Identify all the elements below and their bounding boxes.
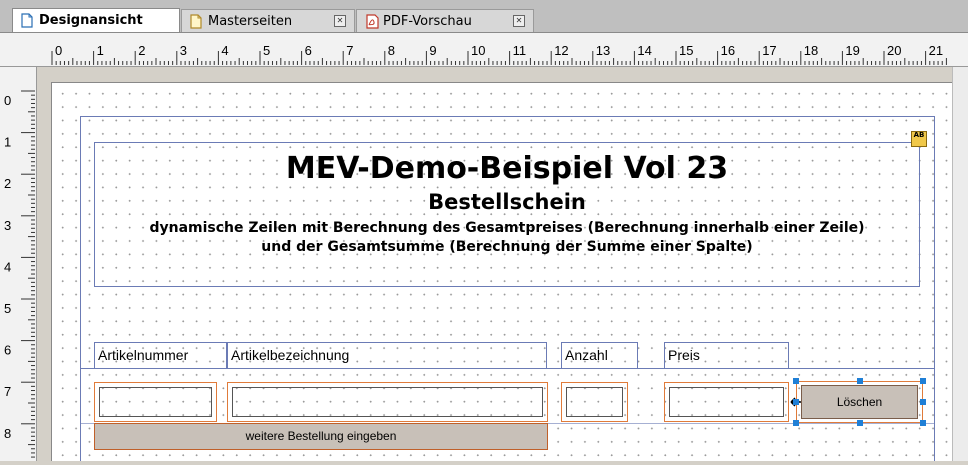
header-artikelbezeichnung[interactable]: Artikelbezeichnung	[227, 342, 547, 369]
delete-button[interactable]: Löschen	[801, 385, 918, 419]
ruler-label: 10	[471, 43, 485, 58]
description-line-1: dynamische Zeilen mit Berechnung des Ges…	[149, 220, 865, 236]
text-object-icon[interactable]: AB	[911, 131, 927, 147]
selection-handle[interactable]	[920, 420, 926, 426]
header-artikelnummer[interactable]: Artikelnummer	[94, 342, 227, 369]
close-icon[interactable]: ✕	[513, 15, 525, 27]
guide-line	[934, 116, 935, 461]
ruler-label: 16	[721, 43, 735, 58]
ruler-label: 9	[429, 43, 436, 58]
tab-pdf-vorschau[interactable]: PDF-Vorschau ✕	[356, 9, 534, 32]
ruler-label: 2	[4, 176, 11, 191]
tab-bar: Designansicht Masterseiten ✕ PDF-Vorscha…	[0, 0, 968, 33]
vertical-ruler: 0 1 2 3 4 5 6 7 8	[0, 67, 37, 461]
ruler-label: 8	[388, 43, 395, 58]
ruler-label: 14	[637, 43, 651, 58]
preis-field[interactable]	[664, 382, 789, 422]
ruler-label: 13	[596, 43, 610, 58]
page: MEV-Demo-Beispiel Vol 23 Bestellschein d…	[51, 82, 952, 461]
selection-handle[interactable]	[920, 378, 926, 384]
ruler-label: 7	[4, 384, 11, 399]
tab-masterseiten[interactable]: Masterseiten ✕	[181, 9, 355, 32]
tab-label: Masterseiten	[208, 13, 293, 29]
ruler-label: 1	[4, 135, 11, 150]
anzahl-field[interactable]	[561, 382, 628, 422]
ruler-label: 1	[97, 43, 104, 58]
tab-designansicht[interactable]: Designansicht	[12, 8, 180, 32]
artikelbezeichnung-field[interactable]	[227, 382, 548, 422]
header-box[interactable]: MEV-Demo-Beispiel Vol 23 Bestellschein d…	[94, 142, 920, 287]
page-subtitle: Bestellschein	[428, 190, 586, 214]
ruler-label: 12	[554, 43, 568, 58]
vertical-ruler-scale: 0 1 2 3 4 5 6 7 8	[4, 90, 35, 458]
ruler-label: 20	[887, 43, 901, 58]
ruler-label: 19	[845, 43, 859, 58]
horizontal-ruler: 0 1 2 3 4 5 6 7 8 9 10 11 12 13 14 15 16 17 18 19 20 21	[0, 33, 968, 67]
ruler-label: 6	[4, 343, 11, 358]
page-icon	[190, 13, 202, 29]
design-canvas: MEV-Demo-Beispiel Vol 23 Bestellschein d…	[37, 67, 952, 461]
ruler-label: 4	[221, 43, 228, 58]
ruler-label: 8	[4, 426, 11, 441]
guide-line	[80, 116, 81, 461]
ruler-label: 18	[804, 43, 818, 58]
selection-handle[interactable]	[793, 378, 799, 384]
ruler-label: 17	[762, 43, 776, 58]
selection-handle[interactable]	[857, 378, 863, 384]
anzahl-input[interactable]	[566, 387, 623, 417]
selection-handle[interactable]	[920, 399, 926, 405]
pdf-icon	[365, 13, 379, 29]
ruler-label: 0	[55, 43, 62, 58]
description-line-2: und der Gesamtsumme (Berechnung der Summ…	[261, 239, 753, 255]
ruler-label: 21	[929, 43, 943, 58]
tab-label: PDF-Vorschau	[383, 13, 472, 29]
ruler-label: 15	[679, 43, 693, 58]
selection-handle[interactable]	[857, 420, 863, 426]
selection-handle[interactable]	[793, 420, 799, 426]
horizontal-ruler-scale: 0 1 2 3 4 5 6 7 8 9 10 11 12 13 14 15 16 17 18 19 20 21	[51, 43, 947, 65]
ruler-label: 3	[180, 43, 187, 58]
artikelnummer-field[interactable]	[94, 382, 217, 422]
ruler-label: 11	[513, 43, 527, 58]
page-icon	[21, 13, 33, 28]
delete-button-frame[interactable]: Löschen	[796, 381, 923, 423]
header-preis[interactable]: Preis	[664, 342, 789, 369]
artikelbezeichnung-input[interactable]	[232, 387, 543, 417]
ruler-label: 5	[4, 301, 11, 316]
preis-input[interactable]	[669, 387, 784, 417]
ruler-label: 0	[4, 93, 11, 108]
page-title: MEV-Demo-Beispiel Vol 23	[285, 151, 729, 186]
ruler-label: 3	[4, 218, 11, 233]
ruler-label: 5	[263, 43, 270, 58]
tab-label: Designansicht	[39, 13, 143, 28]
header-anzahl[interactable]: Anzahl	[561, 342, 638, 369]
ruler-label: 6	[305, 43, 312, 58]
ruler-label: 4	[4, 259, 11, 274]
artikelnummer-input[interactable]	[99, 387, 212, 417]
selection-handle[interactable]	[793, 399, 799, 405]
ruler-label: 7	[346, 43, 353, 58]
guide-line	[80, 116, 935, 117]
ruler-label: 2	[138, 43, 145, 58]
vertical-scrollbar[interactable]	[952, 67, 968, 461]
close-icon[interactable]: ✕	[334, 15, 346, 27]
add-order-button[interactable]: weitere Bestellung eingeben	[94, 423, 548, 450]
